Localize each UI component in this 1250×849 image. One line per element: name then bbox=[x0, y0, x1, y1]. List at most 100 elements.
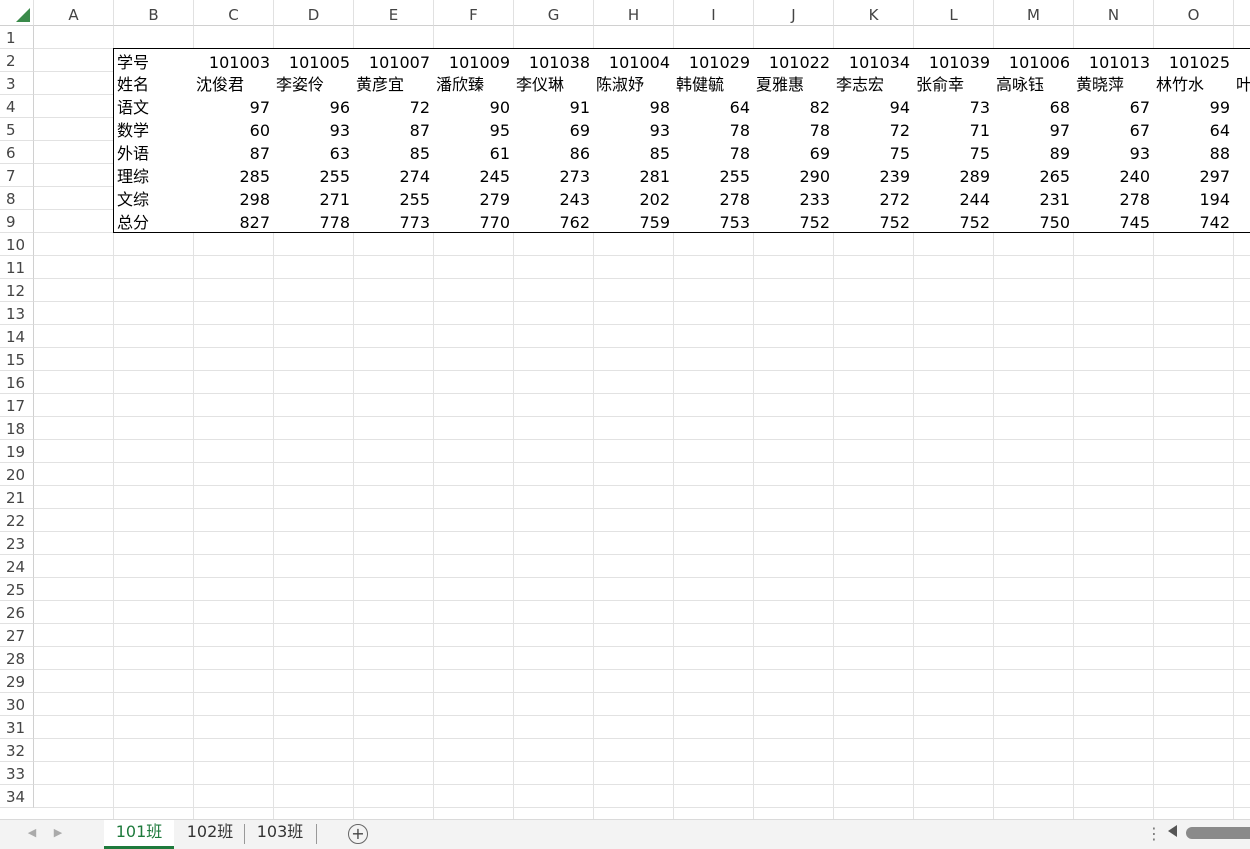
score-cell[interactable]: 752 bbox=[833, 209, 914, 233]
score-cell[interactable]: 93 bbox=[273, 117, 354, 141]
row-header-11[interactable]: 11 bbox=[0, 256, 34, 279]
score-cell[interactable]: 75 bbox=[833, 140, 914, 164]
score-cell[interactable]: 750 bbox=[993, 209, 1074, 233]
partial-column-cell[interactable] bbox=[1233, 94, 1250, 118]
student-name-cell[interactable]: 李姿伶 bbox=[273, 71, 354, 95]
student-id-cell[interactable]: 101039 bbox=[913, 48, 994, 72]
row-header-21[interactable]: 21 bbox=[0, 486, 34, 509]
column-header-o[interactable]: O bbox=[1154, 0, 1234, 26]
score-cell[interactable]: 63 bbox=[273, 140, 354, 164]
row-header-12[interactable]: 12 bbox=[0, 279, 34, 302]
score-cell[interactable]: 67 bbox=[1073, 117, 1154, 141]
score-cell[interactable]: 61 bbox=[433, 140, 514, 164]
horizontal-scrollbar-thumb[interactable] bbox=[1186, 827, 1250, 839]
score-cell[interactable]: 243 bbox=[513, 186, 594, 210]
score-cell[interactable]: 64 bbox=[673, 94, 754, 118]
score-cell[interactable]: 752 bbox=[753, 209, 834, 233]
student-id-cell[interactable]: 101034 bbox=[833, 48, 914, 72]
row-header-14[interactable]: 14 bbox=[0, 325, 34, 348]
row-header-13[interactable]: 13 bbox=[0, 302, 34, 325]
row-header-10[interactable]: 10 bbox=[0, 233, 34, 256]
column-header-h[interactable]: H bbox=[594, 0, 674, 26]
score-cell[interactable]: 271 bbox=[273, 186, 354, 210]
row-header-26[interactable]: 26 bbox=[0, 601, 34, 624]
row-label-cell[interactable]: 文综 bbox=[113, 186, 194, 210]
score-cell[interactable]: 752 bbox=[913, 209, 994, 233]
score-cell[interactable]: 68 bbox=[993, 94, 1074, 118]
row-header-3[interactable]: 3 bbox=[0, 72, 34, 95]
score-cell[interactable]: 64 bbox=[1153, 117, 1234, 141]
row-header-29[interactable]: 29 bbox=[0, 670, 34, 693]
score-cell[interactable]: 85 bbox=[353, 140, 434, 164]
student-name-cell[interactable]: 林竹水 bbox=[1153, 71, 1234, 95]
score-cell[interactable]: 94 bbox=[833, 94, 914, 118]
student-id-cell[interactable]: 101005 bbox=[273, 48, 354, 72]
score-cell[interactable]: 69 bbox=[753, 140, 834, 164]
score-cell[interactable]: 85 bbox=[593, 140, 674, 164]
row-header-33[interactable]: 33 bbox=[0, 762, 34, 785]
row-header-1[interactable]: 1 bbox=[0, 26, 34, 49]
score-cell[interactable]: 273 bbox=[513, 163, 594, 187]
column-header-d[interactable]: D bbox=[274, 0, 354, 26]
score-cell[interactable]: 73 bbox=[913, 94, 994, 118]
row-header-22[interactable]: 22 bbox=[0, 509, 34, 532]
score-cell[interactable]: 827 bbox=[193, 209, 274, 233]
score-cell[interactable]: 87 bbox=[353, 117, 434, 141]
score-cell[interactable]: 93 bbox=[593, 117, 674, 141]
partial-column-cell[interactable] bbox=[1233, 209, 1250, 233]
row-header-2[interactable]: 2 bbox=[0, 49, 34, 72]
score-cell[interactable]: 87 bbox=[193, 140, 274, 164]
score-cell[interactable]: 778 bbox=[273, 209, 354, 233]
score-cell[interactable]: 753 bbox=[673, 209, 754, 233]
score-cell[interactable]: 278 bbox=[673, 186, 754, 210]
student-id-cell[interactable]: 101007 bbox=[353, 48, 434, 72]
score-cell[interactable]: 89 bbox=[993, 140, 1074, 164]
row-label-cell[interactable]: 理综 bbox=[113, 163, 194, 187]
column-header-c[interactable]: C bbox=[194, 0, 274, 26]
column-header-e[interactable]: E bbox=[354, 0, 434, 26]
student-name-cell[interactable]: 高咏钰 bbox=[993, 71, 1074, 95]
partial-column-cell[interactable] bbox=[1233, 117, 1250, 141]
score-cell[interactable]: 279 bbox=[433, 186, 514, 210]
score-cell[interactable]: 255 bbox=[353, 186, 434, 210]
student-name-cell[interactable]: 黄彦宜 bbox=[353, 71, 434, 95]
score-cell[interactable]: 96 bbox=[273, 94, 354, 118]
score-cell[interactable]: 75 bbox=[913, 140, 994, 164]
score-cell[interactable]: 245 bbox=[433, 163, 514, 187]
column-header-i[interactable]: I bbox=[674, 0, 754, 26]
prev-sheet-icon[interactable]: ◀ bbox=[24, 826, 40, 839]
row-header-20[interactable]: 20 bbox=[0, 463, 34, 486]
row-label-cell[interactable]: 姓名 bbox=[113, 71, 194, 95]
column-header-a[interactable]: A bbox=[34, 0, 114, 26]
column-header-f[interactable]: F bbox=[434, 0, 514, 26]
score-cell[interactable]: 298 bbox=[193, 186, 274, 210]
student-id-cell[interactable]: 101022 bbox=[753, 48, 834, 72]
row-header-5[interactable]: 5 bbox=[0, 118, 34, 141]
score-cell[interactable]: 272 bbox=[833, 186, 914, 210]
student-name-cell[interactable]: 陈淑妤 bbox=[593, 71, 674, 95]
row-header-15[interactable]: 15 bbox=[0, 348, 34, 371]
select-all-corner[interactable] bbox=[0, 0, 34, 26]
score-cell[interactable]: 745 bbox=[1073, 209, 1154, 233]
score-cell[interactable]: 82 bbox=[753, 94, 834, 118]
student-name-cell[interactable]: 沈俊君 bbox=[193, 71, 274, 95]
sheet-tab-1[interactable]: 101班 bbox=[104, 820, 174, 849]
score-cell[interactable]: 72 bbox=[833, 117, 914, 141]
score-cell[interactable]: 99 bbox=[1153, 94, 1234, 118]
score-cell[interactable]: 78 bbox=[673, 117, 754, 141]
score-cell[interactable]: 290 bbox=[753, 163, 834, 187]
partial-column-cell[interactable] bbox=[1233, 140, 1250, 164]
score-cell[interactable]: 93 bbox=[1073, 140, 1154, 164]
student-id-cell[interactable]: 101009 bbox=[433, 48, 514, 72]
student-name-cell[interactable]: 韩健毓 bbox=[673, 71, 754, 95]
score-cell[interactable]: 297 bbox=[1153, 163, 1234, 187]
score-cell[interactable]: 233 bbox=[753, 186, 834, 210]
score-cell[interactable]: 98 bbox=[593, 94, 674, 118]
partial-column-cell[interactable] bbox=[1233, 186, 1250, 210]
row-label-cell[interactable]: 数学 bbox=[113, 117, 194, 141]
score-cell[interactable]: 285 bbox=[193, 163, 274, 187]
row-header-8[interactable]: 8 bbox=[0, 187, 34, 210]
column-header-j[interactable]: J bbox=[754, 0, 834, 26]
score-cell[interactable]: 759 bbox=[593, 209, 674, 233]
row-header-31[interactable]: 31 bbox=[0, 716, 34, 739]
